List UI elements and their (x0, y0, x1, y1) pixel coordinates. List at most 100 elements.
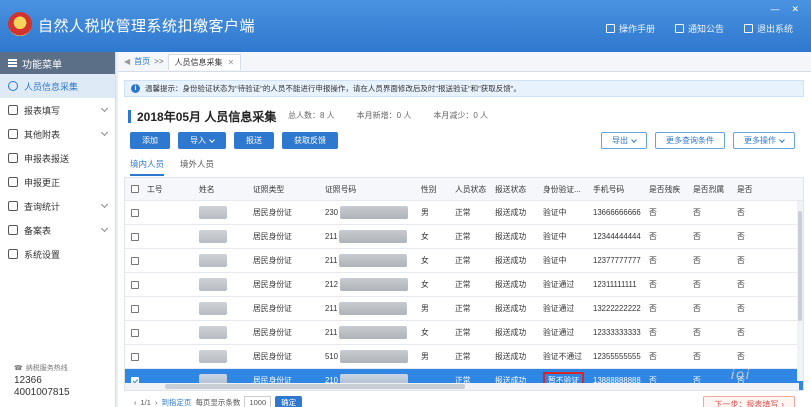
notice-button[interactable]: 通知公告 (674, 22, 724, 35)
tab-close-icon[interactable]: ✕ (228, 58, 235, 67)
app-title: 自然人税收管理系统扣缴客户端 (38, 18, 256, 35)
table-row[interactable]: 居民身份证 211 男 正常 报送成功 验证通过 13222222222 否 否 否 (125, 297, 803, 321)
table-row[interactable]: 居民身份证 211 女 正常 报送成功 验证通过 12333333333 否 否 否 (125, 321, 803, 345)
action-toolbar: 添加 导入 报送 获取反馈 (130, 132, 338, 149)
close-icon[interactable]: ✕ (791, 4, 799, 15)
martyr-flag-cell: 否 (693, 208, 701, 217)
row-select[interactable] (131, 225, 139, 248)
column-header[interactable]: 人员状态 (455, 178, 486, 200)
column-header[interactable]: 身份验证... (543, 178, 581, 200)
import-button[interactable]: 导入 (178, 132, 226, 149)
person-status-cell: 正常 (455, 352, 471, 361)
column-header[interactable]: 是否残疾 (649, 178, 680, 200)
column-header[interactable]: 工号 (147, 178, 163, 200)
row-checkbox[interactable] (131, 232, 139, 241)
export-button[interactable]: 导出 (601, 132, 647, 149)
table-row[interactable]: 居民身份证 212 女 正常 报送成功 验证通过 12311111111 否 否 否 (125, 273, 803, 297)
redacted-name (199, 278, 227, 291)
name-cell (199, 225, 227, 248)
next-step-button[interactable]: 下一步：报表填写 › (703, 396, 795, 407)
column-header[interactable]: 是否烈属 (693, 178, 724, 200)
confirm-page-button[interactable]: 确定 (275, 396, 303, 407)
tab-domestic[interactable]: 境内人员 (130, 158, 165, 176)
sidebar-item-3[interactable]: 申报表报送 (0, 146, 115, 170)
redacted-id-number (339, 302, 408, 315)
sidebar-item-7[interactable]: 系统设置 (0, 242, 115, 266)
tab-home[interactable]: 首页 (134, 56, 150, 67)
add-button[interactable]: 添加 (130, 132, 170, 149)
disabled-flag-cell: 否 (649, 232, 657, 241)
menu-icon (8, 59, 17, 67)
logout-button[interactable]: 退出系统 (743, 22, 793, 35)
row-checkbox[interactable] (131, 352, 139, 361)
row-checkbox[interactable] (131, 280, 139, 289)
name-cell (199, 249, 227, 272)
verify-status-cell: 验证通过 (543, 321, 574, 344)
stat-reduced: 本月减少：0 人 (433, 111, 489, 120)
table-row[interactable]: 居民身份证 211 女 正常 报送成功 验证中 12344444444 否 否 否 (125, 225, 803, 249)
per-page-input[interactable]: 1000 (244, 396, 272, 407)
verify-status-text: 验证中 (543, 256, 567, 265)
row-select[interactable] (131, 249, 139, 272)
table-header-row: 工号 姓名 证照类型 证照号码 性别 人员状态 报送状态 身份验证... 手机号码 是否残疾 是否烈… (125, 178, 803, 201)
row-select[interactable] (131, 201, 139, 224)
id-number-prefix: 211 (325, 232, 338, 241)
sidebar-item-6[interactable]: 备案表 (0, 218, 115, 242)
row-checkbox[interactable] (131, 304, 139, 313)
manual-button[interactable]: 操作手册 (605, 22, 655, 35)
sidebar-item-label: 系统设置 (24, 249, 61, 260)
tab-foreign[interactable]: 境外人员 (180, 158, 214, 176)
sidebar-item-0[interactable]: 人员信息采集 (0, 74, 115, 98)
sidebar-item-4[interactable]: 申报更正 (0, 170, 115, 194)
table-row[interactable]: 居民身份证 510 男 正常 报送成功 验证不通过 12355555555 否 否 否 (125, 345, 803, 369)
column-header[interactable]: 姓名 (199, 178, 215, 200)
disabled-flag-cell: 否 (649, 328, 657, 337)
jump-page-link[interactable]: 到指定页 (161, 397, 191, 407)
row-select[interactable] (131, 297, 139, 320)
verify-status-cell: 验证中 (543, 249, 566, 272)
column-header[interactable]: 证照类型 (253, 178, 284, 200)
chevron-down-icon (209, 136, 215, 143)
redacted-name (199, 326, 227, 339)
prev-page-icon[interactable]: ‹ (134, 398, 137, 407)
vertical-scrollbar[interactable] (797, 201, 803, 381)
tab-scroll-left-icon[interactable]: ◀ (124, 57, 130, 66)
row-checkbox[interactable] (131, 208, 139, 217)
select-all-checkbox[interactable] (131, 185, 139, 193)
more-ops-button[interactable]: 更多操作 (733, 132, 795, 149)
row-select[interactable] (131, 273, 139, 296)
submit-button[interactable]: 报送 (234, 132, 274, 149)
name-cell (199, 321, 227, 344)
next-page-icon[interactable]: › (155, 398, 158, 407)
row-checkbox[interactable] (131, 256, 139, 265)
person-status-cell: 正常 (455, 328, 471, 337)
verify-status-text: 验证通过 (543, 280, 575, 289)
sidebar-item-2[interactable]: 其他附表 (0, 122, 115, 146)
more-query-button[interactable]: 更多查询条件 (655, 132, 725, 149)
column-header[interactable]: 性别 (421, 178, 437, 200)
id-number-cell: 211 (325, 225, 408, 248)
minimize-icon[interactable]: — (770, 4, 779, 15)
row-select[interactable] (131, 321, 139, 344)
secondary-toolbar: 导出 更多查询条件 更多操作 (601, 132, 795, 149)
verify-status-cell: 验证中 (543, 201, 566, 224)
table-row[interactable]: 居民身份证 211 女 正常 报送成功 验证中 12377777777 否 否 否 (125, 249, 803, 273)
get-feedback-button[interactable]: 获取反馈 (282, 132, 338, 149)
table-row[interactable]: 居民身份证 230 男 正常 报送成功 验证中 13666666666 否 否 否 (125, 201, 803, 225)
tax-emblem-icon (8, 12, 32, 36)
column-header[interactable]: 报送状态 (495, 178, 526, 200)
id-type-cell: 居民身份证 (253, 328, 292, 337)
row-checkbox[interactable] (131, 328, 139, 337)
tab-person-info[interactable]: 人员信息采集 ✕ (167, 53, 242, 70)
sidebar-menu: 人员信息采集 报表填写 其他附表 申报表报送 申报更正 查询统计 备案表系统设置 (0, 74, 115, 266)
horizontal-scrollbar[interactable] (125, 383, 799, 390)
row-select[interactable] (131, 345, 139, 368)
sidebar-item-5[interactable]: 查询统计 (0, 194, 115, 218)
sidebar-item-1[interactable]: 报表填写 (0, 98, 115, 122)
martyr-flag-cell: 否 (693, 304, 701, 313)
column-header[interactable]: 手机号码 (593, 178, 624, 200)
id-number-cell: 230 (325, 201, 409, 224)
column-header[interactable]: 是否 (737, 178, 753, 200)
chevron-down-icon (100, 200, 109, 209)
column-header[interactable]: 证照号码 (325, 178, 356, 200)
